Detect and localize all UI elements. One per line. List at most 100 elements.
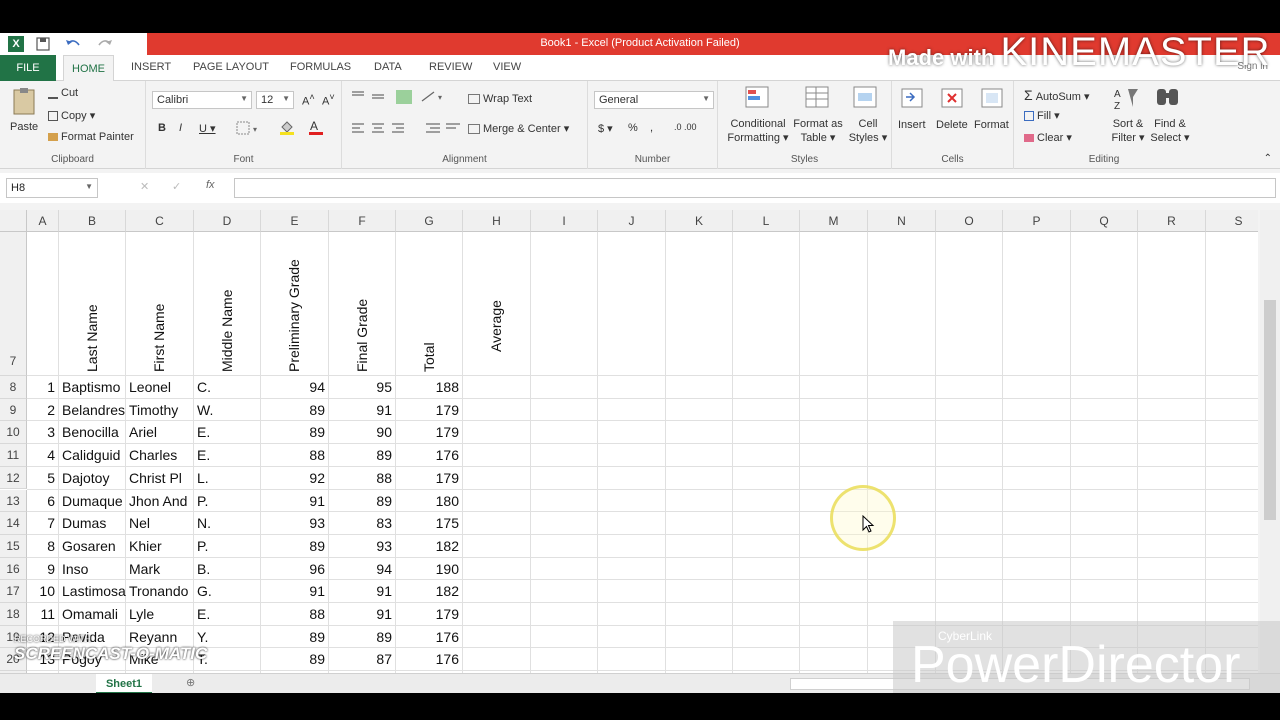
column-header-h[interactable]: H [463,210,531,232]
middle-initial-cell[interactable]: P. [194,535,261,557]
first-name-cell[interactable]: Christ Pl [126,467,194,489]
format-as-table-button[interactable]: Format as Table ▾ [792,117,844,145]
final-grade-cell[interactable]: 95 [329,376,396,398]
first-name-cell[interactable]: Tronando [126,580,194,602]
column-header-l[interactable]: L [733,210,800,232]
total-cell[interactable]: 190 [396,558,463,580]
row-header[interactable]: 9 [0,398,27,422]
column-header-s[interactable]: S [1206,210,1258,232]
last-name-cell[interactable]: Benocilla [59,421,126,443]
final-grade-cell[interactable]: 89 [329,444,396,466]
middle-initial-cell[interactable]: C. [194,376,261,398]
total-cell[interactable]: 176 [396,444,463,466]
first-name-cell[interactable]: Timothy [126,399,194,421]
copy-button[interactable]: Copy ▾ [48,109,95,122]
underline-button[interactable]: U ▾ [199,122,216,135]
preliminary-grade-cell[interactable]: 89 [261,648,329,670]
tab-view[interactable]: VIEW [493,61,521,73]
first-name-cell[interactable]: Ariel [126,421,194,443]
total-cell[interactable]: 176 [396,626,463,648]
column-header-c[interactable]: C [126,210,194,232]
row-header[interactable]: 13 [0,489,27,513]
vertical-scrollbar[interactable] [1260,210,1280,673]
preliminary-grade-cell[interactable]: 88 [261,603,329,625]
fill-color-icon[interactable] [278,119,302,135]
tab-formulas[interactable]: FORMULAS [290,61,351,73]
total-cell[interactable]: 188 [396,376,463,398]
preliminary-grade-cell[interactable]: 91 [261,580,329,602]
last-name-cell[interactable]: Inso [59,558,126,580]
row-index-cell[interactable]: 5 [27,467,59,489]
column-header-e[interactable]: E [261,210,329,232]
final-grade-cell[interactable]: 91 [329,399,396,421]
scroll-thumb[interactable] [1264,300,1276,520]
middle-initial-cell[interactable]: E. [194,421,261,443]
italic-button[interactable]: I [179,122,182,134]
total-cell[interactable]: 180 [396,490,463,512]
name-box[interactable]: H8 ▼ [6,178,98,198]
insert-function-button[interactable]: fx [206,179,215,191]
conditional-formatting-button[interactable]: Conditional Formatting ▾ [726,117,790,145]
fill-button[interactable]: Fill ▾ [1024,109,1060,122]
grow-font-button[interactable]: A˄ [302,92,315,108]
column-header-n[interactable]: N [868,210,936,232]
total-cell[interactable]: 179 [396,399,463,421]
preliminary-grade-cell[interactable]: 92 [261,467,329,489]
last-name-cell[interactable]: Lastimosa [59,580,126,602]
row-index-cell[interactable]: 11 [27,603,59,625]
middle-initial-cell[interactable]: L. [194,467,261,489]
final-grade-cell[interactable]: 93 [329,535,396,557]
formula-input[interactable] [234,178,1276,198]
tab-page-layout[interactable]: PAGE LAYOUT [193,61,269,73]
final-grade-cell[interactable]: 94 [329,558,396,580]
final-grade-cell[interactable]: 89 [329,626,396,648]
final-grade-cell[interactable]: 87 [329,648,396,670]
format-button[interactable]: Format [974,119,1009,131]
sort-filter-button[interactable]: Sort & Filter ▾ [1106,117,1150,145]
preliminary-grade-cell[interactable]: 89 [261,626,329,648]
total-cell[interactable]: 182 [396,535,463,557]
horizontal-align-icons[interactable] [350,121,460,135]
cell-styles-button[interactable]: Cell Styles ▾ [848,117,888,145]
font-size-select[interactable]: 12 ▼ [256,91,294,109]
row-index-cell[interactable]: 1 [27,376,59,398]
middle-initial-cell[interactable]: P. [194,490,261,512]
total-cell[interactable]: 179 [396,421,463,443]
paste-button[interactable]: Paste [10,121,38,133]
middle-initial-cell[interactable]: B. [194,558,261,580]
column-header-k[interactable]: K [666,210,733,232]
row-header[interactable]: 16 [0,557,27,581]
borders-icon[interactable]: ▾ [236,121,262,135]
preliminary-grade-cell[interactable]: 91 [261,490,329,512]
first-name-cell[interactable]: Nel [126,512,194,534]
column-header-r[interactable]: R [1138,210,1206,232]
clear-button[interactable]: Clear ▾ [1024,131,1072,144]
first-name-cell[interactable]: Jhon And [126,490,194,512]
collapse-ribbon-icon[interactable]: ⌃ [1264,153,1272,164]
preliminary-grade-cell[interactable]: 88 [261,444,329,466]
last-name-cell[interactable]: Dajotoy [59,467,126,489]
row-header[interactable]: 10 [0,421,27,445]
final-grade-cell[interactable]: 88 [329,467,396,489]
sheet-tab-sheet1[interactable]: Sheet1 [96,674,152,693]
shrink-font-button[interactable]: A˅ [322,92,335,108]
total-cell[interactable]: 176 [396,648,463,670]
final-grade-cell[interactable]: 90 [329,421,396,443]
column-header-q[interactable]: Q [1071,210,1138,232]
row-index-cell[interactable]: 3 [27,421,59,443]
first-name-cell[interactable]: Leonel [126,376,194,398]
first-name-cell[interactable]: Mark [126,558,194,580]
column-header-p[interactable]: P [1003,210,1071,232]
row-index-cell[interactable]: 7 [27,512,59,534]
cancel-icon[interactable]: ✕ [140,180,149,193]
preliminary-grade-cell[interactable]: 93 [261,512,329,534]
row-index-cell[interactable]: 6 [27,490,59,512]
row-header[interactable]: 12 [0,466,27,490]
final-grade-cell[interactable]: 89 [329,490,396,512]
tab-insert[interactable]: INSERT [131,61,171,73]
tab-review[interactable]: REVIEW [429,61,472,73]
first-name-cell[interactable]: Lyle [126,603,194,625]
row-index-cell[interactable]: 4 [27,444,59,466]
new-sheet-button[interactable]: ⊕ [186,676,195,689]
preliminary-grade-cell[interactable]: 89 [261,535,329,557]
